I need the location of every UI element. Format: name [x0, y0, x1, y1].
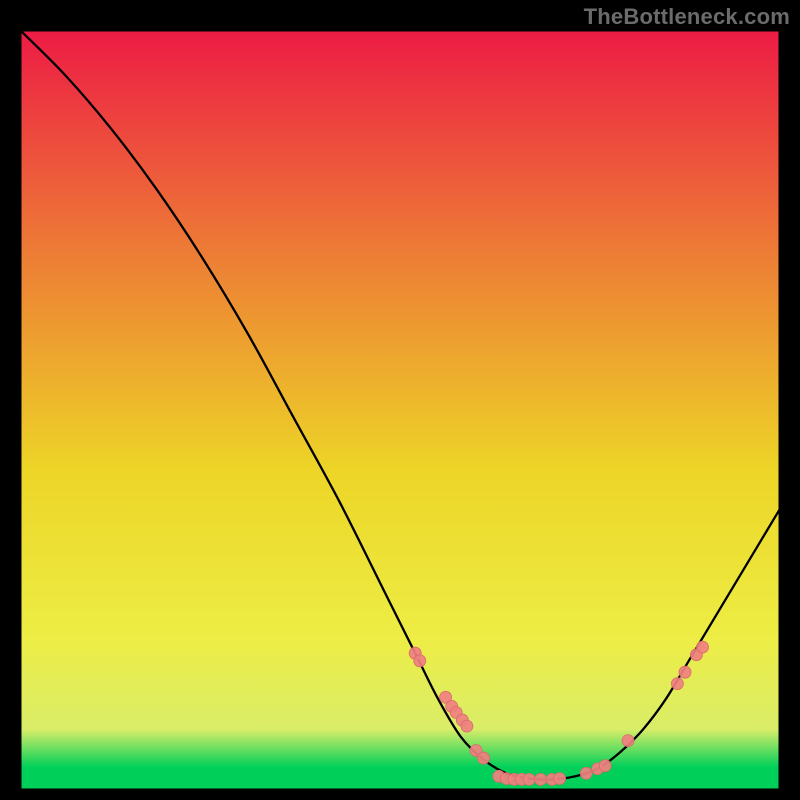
data-marker	[535, 773, 547, 785]
data-marker	[671, 678, 683, 690]
data-marker	[554, 773, 566, 785]
data-marker	[523, 773, 535, 785]
data-marker	[580, 767, 592, 779]
plot-area	[20, 30, 780, 790]
chart-svg	[20, 30, 780, 790]
data-marker	[461, 720, 473, 732]
gradient-background	[20, 30, 780, 790]
data-marker	[599, 760, 611, 772]
data-marker	[414, 655, 426, 667]
attribution-label: TheBottleneck.com	[584, 4, 790, 30]
data-marker	[679, 666, 691, 678]
data-marker	[622, 735, 634, 747]
data-marker	[696, 641, 708, 653]
chart-container: TheBottleneck.com	[0, 0, 800, 800]
data-marker	[478, 752, 490, 764]
